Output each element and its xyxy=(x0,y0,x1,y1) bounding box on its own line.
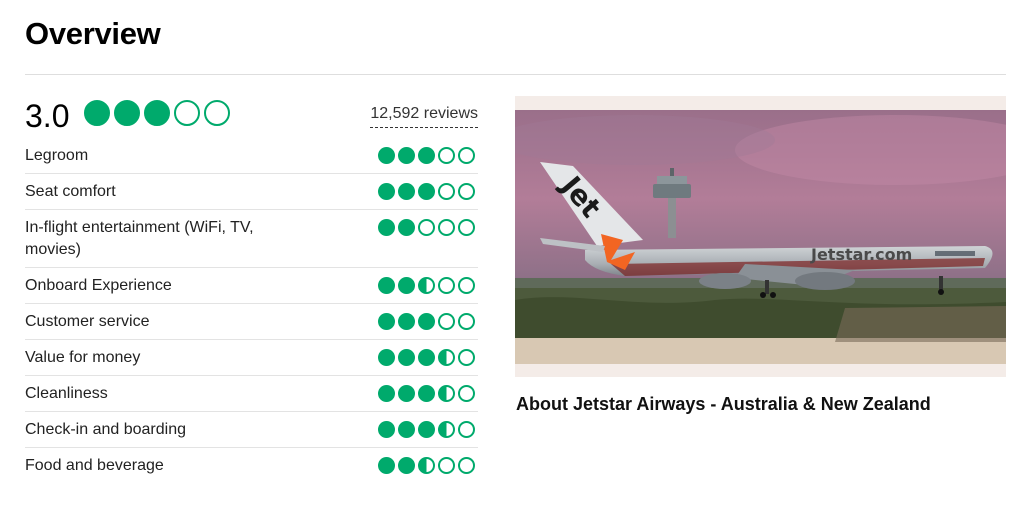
rating-bubble-full-icon xyxy=(418,183,435,200)
rating-row-label: Onboard Experience xyxy=(25,277,172,294)
rating-row-bubbles xyxy=(378,147,475,164)
rating-row: Seat comfort xyxy=(25,174,478,210)
rating-row: Legroom xyxy=(25,138,478,174)
rating-bubble-half-icon xyxy=(418,277,435,294)
rating-bubble-full-icon xyxy=(398,147,415,164)
rating-bubble-full-icon xyxy=(84,100,110,126)
rating-bubble-full-icon xyxy=(378,147,395,164)
rating-bubble-empty-icon xyxy=(174,100,200,126)
rating-bubble-full-icon xyxy=(398,421,415,438)
rating-row-label: Food and beverage xyxy=(25,457,164,474)
rating-row: Check-in and boarding xyxy=(25,412,478,448)
reviews-count-link[interactable]: 12,592 reviews xyxy=(370,104,478,128)
rating-row-label: Legroom xyxy=(25,147,89,164)
rating-bubble-empty-icon xyxy=(418,219,435,236)
rating-row-bubbles xyxy=(378,349,475,366)
fuselage-logo-text: Jetstar.com xyxy=(810,245,912,264)
rating-bubble-full-icon xyxy=(418,147,435,164)
rating-bubble-empty-icon xyxy=(438,277,455,294)
ratings-panel: 3.0 12,592 reviews Legroom Seat comfort In… xyxy=(25,96,478,484)
rating-row: Onboard Experience xyxy=(25,268,478,304)
rating-bubble-full-icon xyxy=(398,457,415,474)
rating-row-label: Customer service xyxy=(25,313,150,330)
rating-bubble-half-icon xyxy=(438,421,455,438)
about-airline-heading[interactable]: About Jetstar Airways - Australia & New … xyxy=(516,392,931,416)
rating-bubble-empty-icon xyxy=(438,313,455,330)
rating-bubble-full-icon xyxy=(378,349,395,366)
rating-bubble-empty-icon xyxy=(458,277,475,294)
rating-bubble-empty-icon xyxy=(438,457,455,474)
rating-bubble-empty-icon xyxy=(438,219,455,236)
rating-bubble-full-icon xyxy=(398,277,415,294)
rating-row: Value for money xyxy=(25,340,478,376)
rating-bubble-empty-icon xyxy=(438,147,455,164)
page-title: Overview xyxy=(25,16,161,51)
rating-row-label: Value for money xyxy=(25,349,141,366)
rating-bubble-empty-icon xyxy=(458,147,475,164)
rating-bubble-empty-icon xyxy=(458,421,475,438)
rating-row-label: Cleanliness xyxy=(25,385,108,402)
rating-row-bubbles xyxy=(378,421,475,438)
rating-bubble-half-icon xyxy=(438,385,455,402)
rating-bubble-empty-icon xyxy=(458,219,475,236)
rating-bubble-full-icon xyxy=(378,313,395,330)
rating-bubble-empty-icon xyxy=(458,349,475,366)
rating-row-bubbles xyxy=(378,313,475,330)
divider xyxy=(25,74,1006,75)
rating-row-label: Check-in and boarding xyxy=(25,421,186,438)
rating-row: In-flight entertainment (WiFi, TV, movie… xyxy=(25,210,478,268)
airline-photo[interactable]: Jet Jetstar.com xyxy=(515,96,1006,377)
rating-bubble-full-icon xyxy=(378,219,395,236)
overall-score: 3.0 xyxy=(25,98,70,134)
rating-bubble-full-icon xyxy=(398,183,415,200)
rating-row: Food and beverage xyxy=(25,448,478,484)
rating-bubble-empty-icon xyxy=(458,457,475,474)
rating-row-label: Seat comfort xyxy=(25,183,116,200)
rating-row-bubbles xyxy=(378,385,475,402)
rating-bubble-full-icon xyxy=(398,219,415,236)
rating-bubble-empty-icon xyxy=(204,100,230,126)
rating-bubble-full-icon xyxy=(114,100,140,126)
rating-bubble-half-icon xyxy=(418,457,435,474)
rating-bubble-empty-icon xyxy=(458,385,475,402)
rating-row-bubbles xyxy=(378,277,475,294)
rating-bubble-full-icon xyxy=(398,349,415,366)
rating-row-bubbles xyxy=(378,457,475,474)
rating-row-bubbles xyxy=(378,219,475,236)
rating-summary: 3.0 12,592 reviews xyxy=(25,96,478,138)
rating-row-label: In-flight entertainment (WiFi, TV, movie… xyxy=(25,219,254,258)
rating-bubble-full-icon xyxy=(378,183,395,200)
rating-bubble-full-icon xyxy=(418,349,435,366)
rating-row: Cleanliness xyxy=(25,376,478,412)
rating-bubble-full-icon xyxy=(418,385,435,402)
rating-bubble-full-icon xyxy=(398,313,415,330)
rating-bubble-full-icon xyxy=(418,421,435,438)
category-ratings-list: Legroom Seat comfort In-flight entertainme… xyxy=(25,138,478,484)
rating-bubble-empty-icon xyxy=(438,183,455,200)
overall-bubble-rating xyxy=(84,100,230,126)
rating-bubble-full-icon xyxy=(378,385,395,402)
rating-bubble-full-icon xyxy=(378,421,395,438)
rating-bubble-full-icon xyxy=(378,277,395,294)
rating-bubble-full-icon xyxy=(398,385,415,402)
rating-bubble-half-icon xyxy=(438,349,455,366)
rating-bubble-empty-icon xyxy=(458,183,475,200)
rating-bubble-full-icon xyxy=(418,313,435,330)
rating-bubble-full-icon xyxy=(378,457,395,474)
rating-row-bubbles xyxy=(378,183,475,200)
rating-bubble-full-icon xyxy=(144,100,170,126)
rating-row: Customer service xyxy=(25,304,478,340)
rating-bubble-empty-icon xyxy=(458,313,475,330)
jetstar-plane-image: Jet Jetstar.com xyxy=(515,110,1006,364)
